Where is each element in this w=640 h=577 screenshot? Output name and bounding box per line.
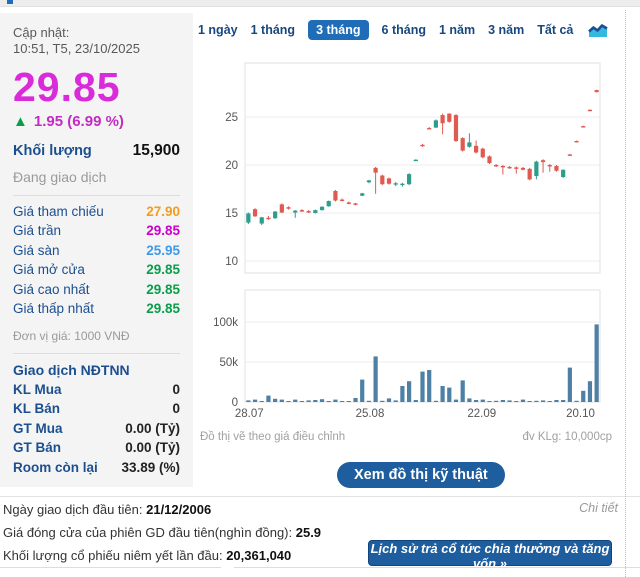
updated-label: Cập nhật: xyxy=(13,25,180,41)
price-row-label: Giá cao nhất xyxy=(13,282,90,297)
foreign-row-label: GT Mua xyxy=(13,421,63,436)
current-price: 29.85 xyxy=(13,66,180,109)
price-table-row: Giá cao nhất 29.85 xyxy=(13,282,180,302)
period-tabs: 1 ngày 1 tháng 3 tháng 6 tháng 1 năm 3 năm Tất… xyxy=(198,20,618,40)
svg-text:25: 25 xyxy=(225,112,238,124)
foreign-row-value: 0.00 (Tỷ) xyxy=(125,440,180,455)
divider xyxy=(0,496,640,497)
initial-listed-volume-value: 20,361,040 xyxy=(226,548,291,563)
foreign-trade-table: KL Mua 0 KL Bán 0 GT Mua 0.00 (Tỷ) GT Bán 0.00 … xyxy=(13,382,180,480)
volume-label: Khối lượng xyxy=(13,143,92,159)
first-close-price-line: Giá đóng cửa của phiên GD đầu tiên(nghìn… xyxy=(3,525,321,540)
foreign-trade-title: Giao dịch NĐTNN xyxy=(13,362,180,382)
area-chart-icon[interactable] xyxy=(588,23,608,38)
divider xyxy=(234,567,640,568)
price-row-label: Giá sàn xyxy=(13,243,60,258)
price-change: 1.95 (6.99 %) xyxy=(34,113,124,130)
price-row-label: Giá mở cửa xyxy=(13,262,85,277)
tab-1-tháng[interactable]: 1 tháng xyxy=(251,23,295,37)
initial-listed-volume-label: Khối lượng cổ phiếu niêm yết lần đầu: xyxy=(3,548,226,563)
tab-1-năm[interactable]: 1 năm xyxy=(439,23,475,37)
foreign-row-value: 0 xyxy=(172,401,180,416)
foreign-trade-row: KL Mua 0 xyxy=(13,382,180,402)
updated-value: 10:51, T5, 23/10/2025 xyxy=(13,41,180,57)
vertical-dotted-separator xyxy=(625,10,626,577)
svg-text:20: 20 xyxy=(225,160,238,172)
price-unit-note: Đơn vị giá: 1000 VNĐ xyxy=(13,329,180,343)
divider xyxy=(13,353,180,354)
foreign-row-value: 0 xyxy=(172,382,180,397)
price-candlestick-chart[interactable]: 10 15 20 25 xyxy=(200,60,612,280)
price-row-label: Giá trần xyxy=(13,223,61,238)
first-trading-day-line: Ngày giao dịch đầu tiên: 21/12/2006 xyxy=(3,502,211,517)
price-table-row: Giá thấp nhất 29.85 xyxy=(13,301,180,321)
foreign-trade-row: Room còn lại 33.89 (%) xyxy=(13,460,180,480)
price-row-value: 25.95 xyxy=(146,243,180,258)
price-row-value: 29.85 xyxy=(146,262,180,277)
foreign-row-value: 33.89 (%) xyxy=(121,460,180,475)
up-arrow-icon: ▲ xyxy=(13,114,28,129)
divider xyxy=(13,195,180,196)
first-trading-day-value: 21/12/2006 xyxy=(146,502,211,517)
divider xyxy=(0,567,221,568)
top-blue-marker xyxy=(7,0,13,4)
foreign-row-label: GT Bán xyxy=(13,440,61,455)
price-row-label: Giá thấp nhất xyxy=(13,301,94,316)
view-technical-chart-button[interactable]: Xem đồ thị kỹ thuật xyxy=(337,462,505,488)
price-row-value: 29.85 xyxy=(146,282,180,297)
tab-6-tháng[interactable]: 6 tháng xyxy=(382,23,426,37)
stock-detail-screen: Cập nhật: 10:51, T5, 23/10/2025 29.85 ▲ … xyxy=(0,0,640,577)
quote-sidebar: Cập nhật: 10:51, T5, 23/10/2025 29.85 ▲ … xyxy=(0,13,193,487)
foreign-row-value: 0.00 (Tỷ) xyxy=(125,421,180,436)
top-strip xyxy=(0,0,640,7)
dividend-history-button[interactable]: Lịch sử trả cổ tức chia thưởng và tăng v… xyxy=(368,540,612,566)
foreign-trade-row: KL Bán 0 xyxy=(13,401,180,421)
foreign-trade-row: GT Bán 0.00 (Tỷ) xyxy=(13,440,180,460)
price-table-row: Giá mở cửa 29.85 xyxy=(13,262,180,282)
price-row-value: 27.90 xyxy=(146,204,180,219)
svg-text:28.07: 28.07 xyxy=(235,408,264,420)
foreign-row-label: KL Bán xyxy=(13,401,60,416)
price-table: Giá tham chiếu 27.90 Giá trần 29.85 Giá sàn 2… xyxy=(13,204,180,321)
price-row-value: 29.85 xyxy=(146,223,180,238)
foreign-trade-row: GT Mua 0.00 (Tỷ) xyxy=(13,421,180,441)
tab-3-năm[interactable]: 3 năm xyxy=(488,23,524,37)
price-table-row: Giá trần 29.85 xyxy=(13,223,180,243)
first-trading-day-label: Ngày giao dịch đầu tiên: xyxy=(3,502,146,517)
price-table-row: Giá tham chiếu 27.90 xyxy=(13,204,180,224)
chart-volume-unit-note: đv KLg: 10,000cp xyxy=(420,431,612,443)
first-close-price-value: 25.9 xyxy=(296,525,321,540)
price-row-label: Giá tham chiếu xyxy=(13,204,104,219)
svg-text:22.09: 22.09 xyxy=(467,408,496,420)
tab-tất-cả[interactable]: Tất cả xyxy=(537,23,573,37)
svg-text:50k: 50k xyxy=(219,357,238,369)
svg-text:15: 15 xyxy=(225,208,238,220)
volume-value: 15,900 xyxy=(133,142,180,160)
price-row-value: 29.85 xyxy=(146,301,180,316)
price-table-row: Giá sàn 25.95 xyxy=(13,243,180,263)
svg-text:20.10: 20.10 xyxy=(566,408,595,420)
svg-text:10: 10 xyxy=(225,256,238,268)
foreign-row-label: Room còn lại xyxy=(13,460,98,475)
detail-link[interactable]: Chi tiết xyxy=(579,501,618,515)
svg-text:100k: 100k xyxy=(213,317,238,329)
chart-adjusted-note: Đồ thị vẽ theo giá điều chỉnh xyxy=(200,431,345,443)
first-close-price-label: Giá đóng cửa của phiên GD đầu tiên(nghìn… xyxy=(3,525,296,540)
volume-bar-chart[interactable]: 050k100k28.0725.0822.0920.10 xyxy=(200,285,612,425)
tab-1-ngày[interactable]: 1 ngày xyxy=(198,23,238,37)
foreign-row-label: KL Mua xyxy=(13,382,62,397)
trading-status: Đang giao dịch xyxy=(13,169,180,185)
svg-text:25.08: 25.08 xyxy=(356,408,385,420)
tab-3-tháng[interactable]: 3 tháng xyxy=(308,20,368,40)
initial-listed-volume-line: Khối lượng cổ phiếu niêm yết lần đầu: 20… xyxy=(3,548,291,563)
